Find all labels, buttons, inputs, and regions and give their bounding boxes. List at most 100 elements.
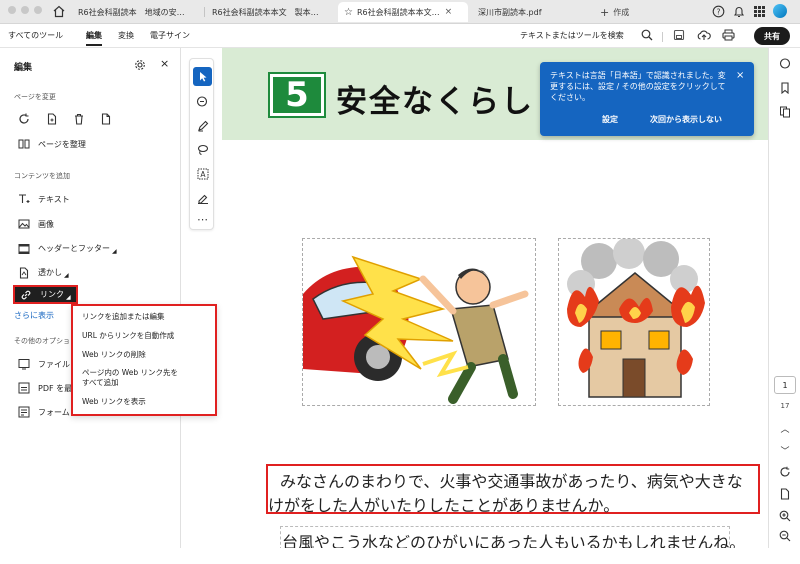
chapter-title: 安全なくらし — [336, 84, 534, 120]
submenu-indicator: ◢ — [64, 272, 69, 279]
window-minimize-dot[interactable] — [21, 6, 29, 14]
zoom-out-icon[interactable] — [777, 528, 793, 544]
draw-tool-button[interactable] — [193, 116, 212, 135]
tab-4[interactable]: 深川市副読本.pdf — [472, 2, 592, 22]
text-box-tool-button[interactable]: A — [193, 164, 212, 183]
pages-thumbnails-icon[interactable] — [777, 104, 793, 120]
menu-remove-web-links[interactable]: Web リンクの削除 — [82, 350, 146, 360]
notification-settings-button[interactable]: 設定 — [602, 114, 618, 125]
window-close-dot[interactable] — [8, 6, 16, 14]
extract-page-icon[interactable] — [100, 113, 112, 125]
apps-grid-icon[interactable] — [754, 6, 765, 17]
bell-icon[interactable] — [733, 5, 745, 18]
organize-pages-icon — [18, 138, 30, 150]
link-item-selected[interactable]: リンク ◢ — [13, 285, 78, 304]
menu-add-edit-link[interactable]: リンクを追加または編集 — [82, 312, 165, 322]
current-page-input[interactable]: 1 — [774, 376, 796, 394]
menu-auto-create-links[interactable]: URL からリンクを自動作成 — [82, 331, 174, 341]
refresh-icon[interactable] — [777, 464, 793, 480]
add-text-label: テキスト — [38, 194, 70, 204]
menu-e-sign[interactable]: 電子サイン — [150, 30, 190, 41]
optimize-pdf-item[interactable]: PDF を最 — [18, 382, 72, 394]
print-icon[interactable] — [722, 29, 735, 41]
insert-page-icon[interactable] — [46, 113, 58, 125]
chapter-number: 5 — [268, 72, 326, 118]
home-icon[interactable] — [52, 5, 66, 18]
file-options-item[interactable]: ファイル — [18, 358, 70, 370]
sign-tool-button[interactable] — [193, 188, 212, 207]
header-footer-icon — [18, 243, 30, 255]
zoom-in-icon[interactable] — [777, 508, 793, 524]
page-view-icon[interactable] — [777, 486, 793, 502]
accident-illustration — [302, 238, 536, 406]
body-line-2[interactable]: けがをした人がいたりしたことがありませんか。 — [268, 492, 619, 516]
tab-close-icon[interactable]: × — [445, 7, 453, 17]
add-image-label: 画像 — [38, 219, 54, 229]
text-icon — [18, 193, 30, 205]
show-more-link[interactable]: さらに表示 — [14, 310, 54, 321]
lasso-tool-button[interactable] — [193, 140, 212, 159]
optimize-pdf-label: PDF を最 — [38, 383, 73, 393]
chevron-up-icon[interactable]: ︿ — [777, 420, 793, 436]
new-tab-button[interactable]: + 作成 — [600, 4, 629, 20]
svg-text:A: A — [200, 170, 206, 179]
tab-1[interactable]: R6社会科副読本 地域の安… — [72, 2, 202, 22]
notification-message: テキストは言語「日本語」で認識されました。変更するには、設定 / その他の設定を… — [550, 71, 726, 102]
language-notification: テキストは言語「日本語」で認識されました。変更するには、設定 / その他の設定を… — [540, 62, 754, 136]
header-footer-label: ヘッダーとフッター — [38, 244, 110, 253]
tab-divider — [204, 7, 205, 17]
menu-add-all-web-links-line2[interactable]: すべて追加 — [82, 378, 119, 388]
rotate-icon[interactable] — [18, 113, 30, 125]
comments-icon[interactable] — [777, 56, 793, 72]
add-text-item[interactable]: テキスト — [18, 193, 70, 205]
gear-icon[interactable] — [134, 59, 146, 71]
menu-edit[interactable]: 編集 — [86, 30, 102, 46]
star-icon[interactable]: ☆ — [344, 7, 353, 18]
organize-pages-label: ページを整理 — [38, 139, 86, 149]
notification-dismiss-button[interactable]: 次回から表示しない — [650, 114, 722, 125]
delete-page-icon[interactable] — [73, 113, 85, 125]
avatar[interactable] — [773, 4, 787, 18]
window-zoom-dot[interactable] — [34, 6, 42, 14]
menu-add-all-web-links-line1[interactable]: ページ内の Web リンク先を — [82, 368, 178, 378]
menu-convert[interactable]: 変換 — [118, 30, 134, 41]
body-line-1[interactable]: みなさんのまわりで、火事や交通事故があったり、病気や大きな — [280, 468, 743, 492]
save-icon[interactable] — [673, 29, 685, 41]
submenu-indicator: ◢ — [66, 294, 71, 301]
more-tools-icon[interactable]: ⋯ — [193, 210, 212, 229]
cloud-upload-icon[interactable] — [697, 29, 711, 41]
bookmark-icon[interactable] — [777, 80, 793, 96]
tab-1-label: R6社会科副読本 地域の安… — [78, 7, 185, 17]
watermark-icon — [18, 266, 30, 279]
search-field-placeholder[interactable]: テキストまたはツールを検索 — [520, 30, 624, 41]
tab-3-active[interactable]: ☆ R6社会科副読本本文… × — [338, 2, 468, 22]
chevron-down-icon[interactable]: ﹀ — [777, 442, 793, 458]
section-add-content: コンテンツを追加 — [14, 172, 70, 180]
help-icon[interactable]: ? — [712, 5, 725, 18]
svg-text:?: ? — [717, 7, 721, 16]
link-context-menu: リンクを追加または編集 URL からリンクを自動作成 Web リンクの削除 ペー… — [71, 304, 217, 416]
menu-all-tools[interactable]: すべてのツール — [8, 30, 63, 41]
header-footer-item[interactable]: ヘッダーとフッター ◢ — [18, 242, 117, 255]
section-change-page: ページを変更 — [14, 93, 56, 101]
search-icon[interactable] — [641, 29, 653, 41]
right-rail: 1 17 ︿ ﹀ — [768, 48, 800, 548]
comment-tool-button[interactable] — [193, 92, 212, 111]
watermark-item[interactable]: 透かし ◢ — [18, 266, 69, 279]
submenu-indicator: ◢ — [112, 248, 117, 255]
total-pages: 17 — [780, 402, 790, 410]
select-tool-button[interactable] — [193, 67, 212, 86]
forms-label: フォーム — [38, 407, 70, 417]
share-button[interactable]: 共有 — [754, 27, 790, 45]
menu-show-web-links[interactable]: Web リンクを表示 — [82, 397, 146, 407]
menu-bar: すべてのツール 編集 変換 電子サイン テキストまたはツールを検索 共有 — [0, 24, 800, 48]
tab-2[interactable]: R6社会科副読本本文 製本… — [206, 2, 336, 22]
close-panel-icon[interactable]: × — [160, 57, 169, 70]
body-line-3[interactable]: 台風やこう水などのひがいにあった人もいるかもしれませんね。 — [282, 529, 745, 548]
forms-item[interactable]: フォーム — [18, 406, 70, 418]
organize-pages-item[interactable]: ページを整理 — [18, 138, 86, 150]
add-image-item[interactable]: 画像 — [18, 218, 54, 230]
tab-4-label: 深川市副読本.pdf — [478, 7, 542, 17]
notification-close-icon[interactable]: × — [736, 70, 744, 81]
tab-2-label: R6社会科副読本本文 製本… — [212, 7, 319, 17]
